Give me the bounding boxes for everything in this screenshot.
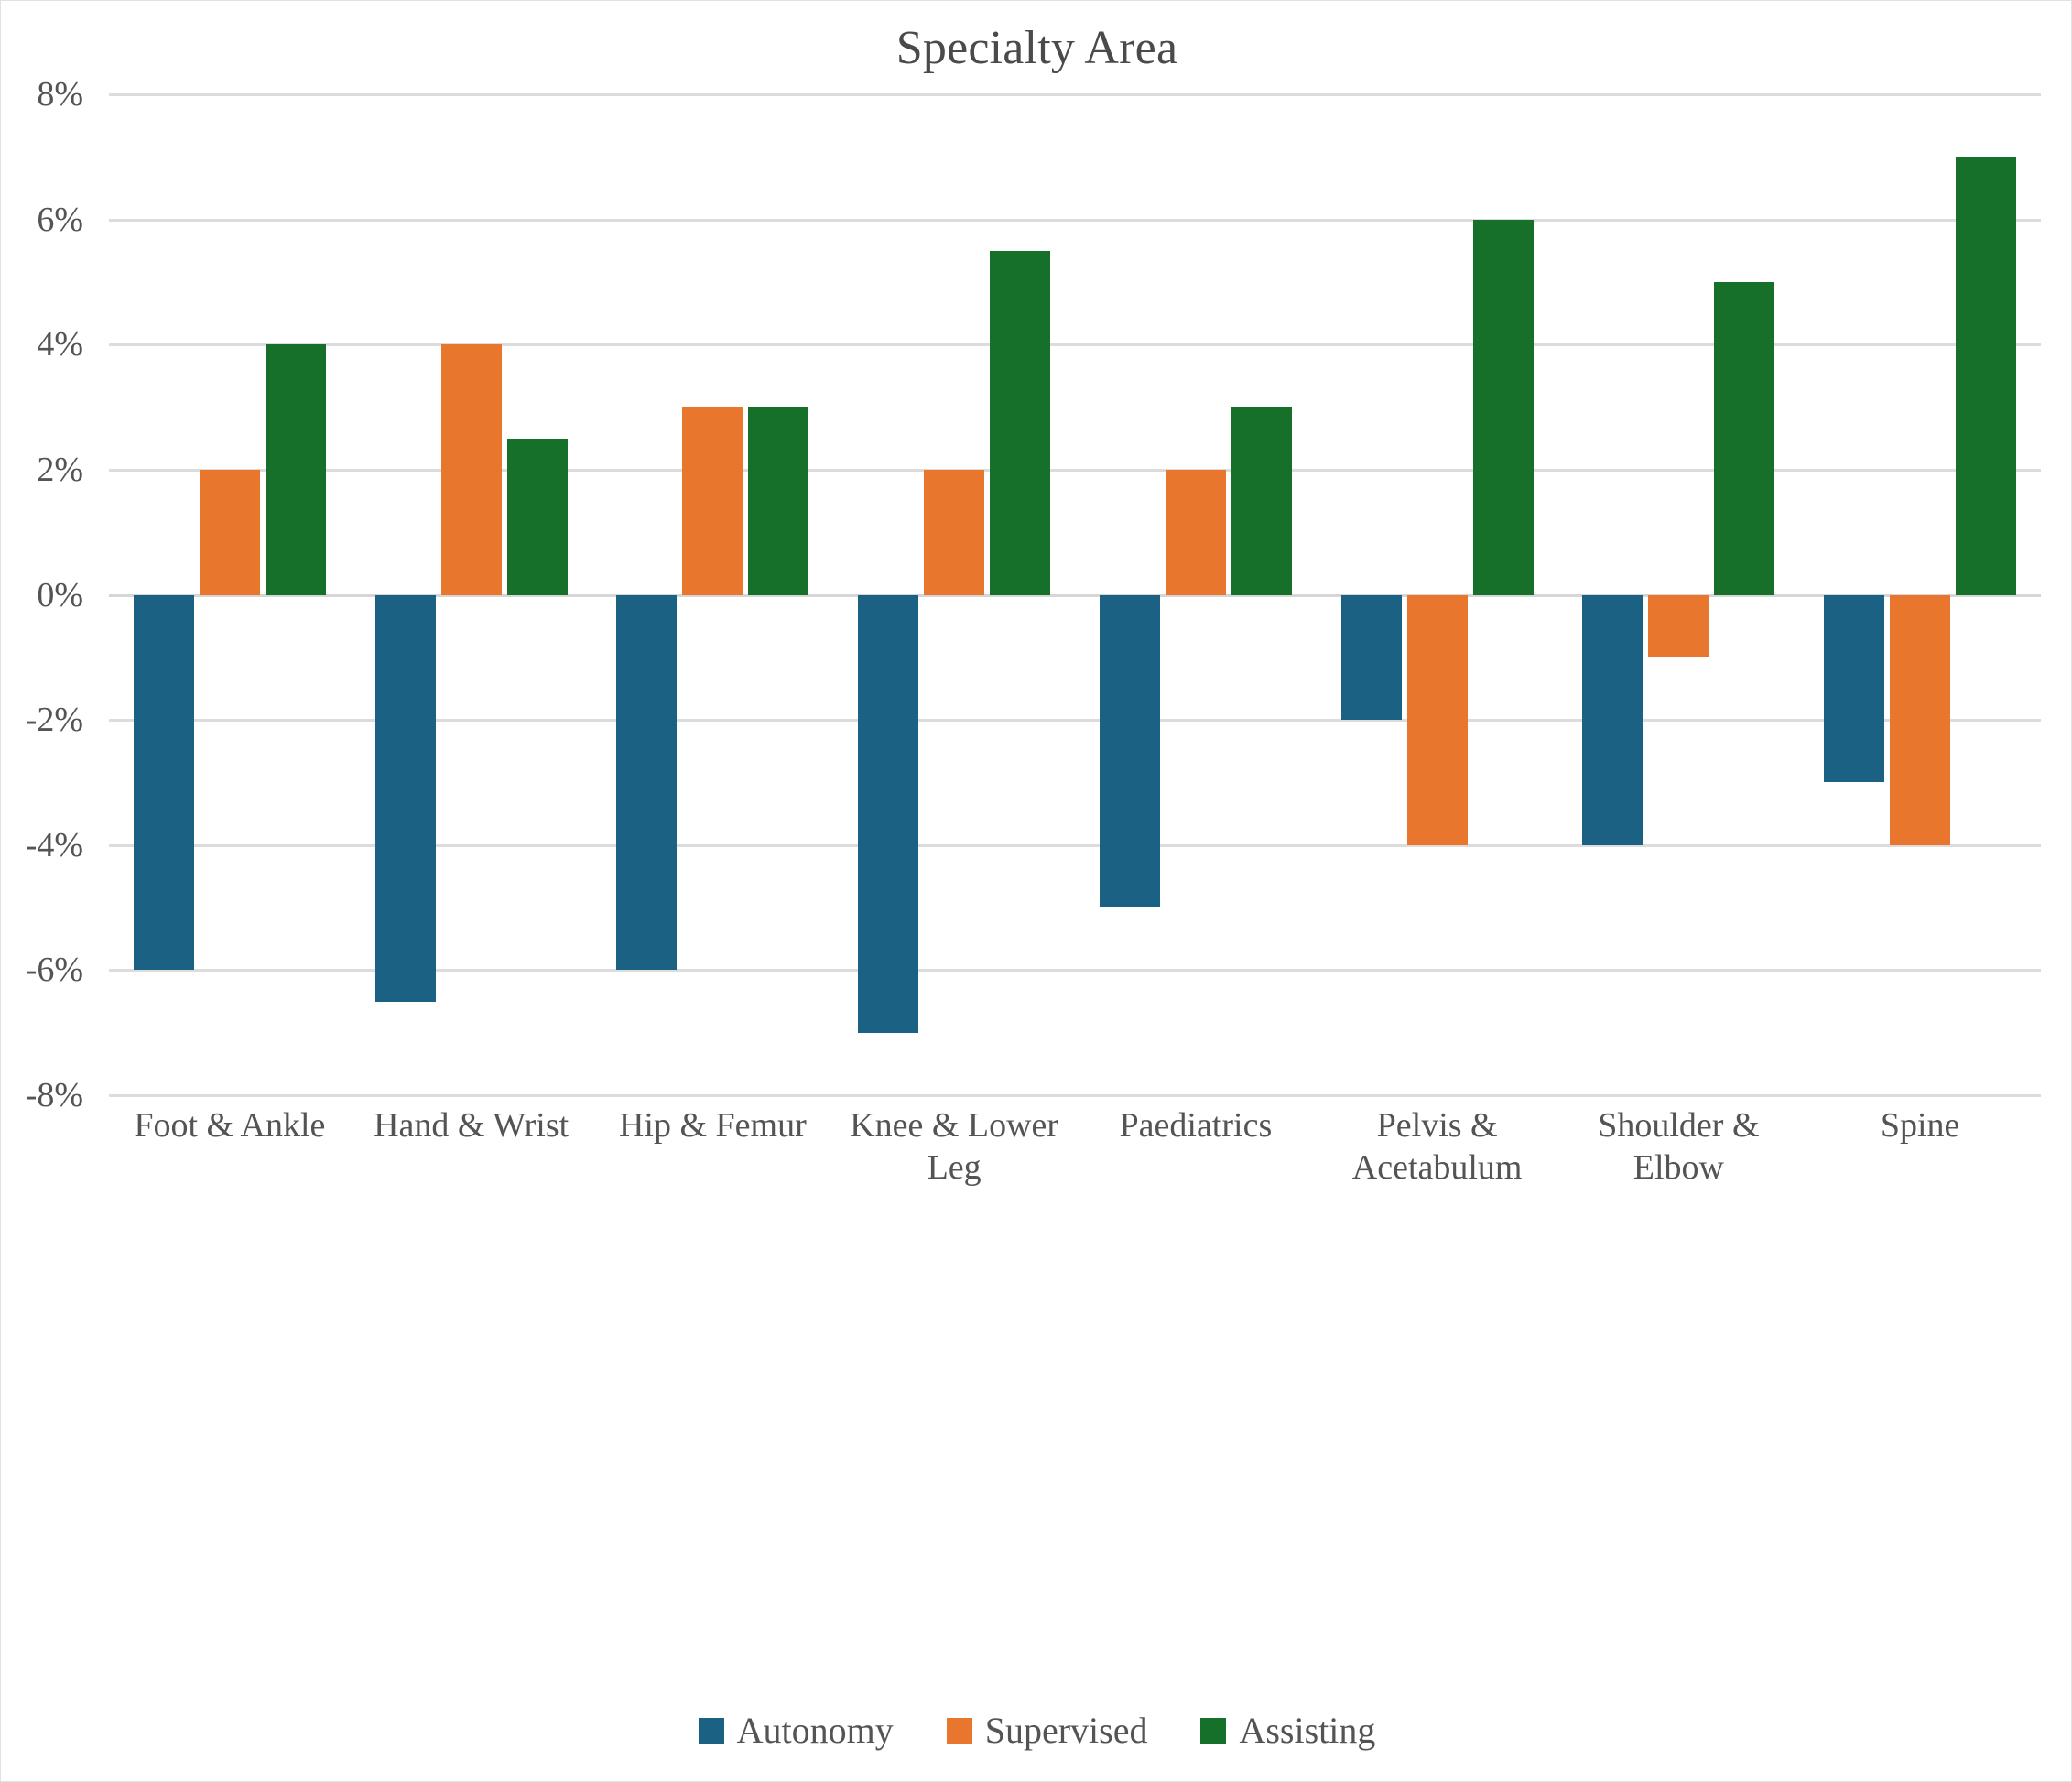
chart-title: Specialty Area [895,22,1178,74]
chart-legend: Autonomy Supervised Assisting [1,1709,2071,1752]
x-axis-tick-label: Hip & Femur [618,1106,807,1145]
bar-group [1799,94,2041,1095]
bar-assisting[interactable] [990,250,1051,595]
legend-item-assisting[interactable]: Assisting [1200,1709,1375,1752]
y-axis-tick-label: 6% [37,200,83,239]
bar-supervised[interactable] [440,344,502,595]
y-axis-tick-label: -2% [25,701,83,740]
bar-supervised[interactable] [199,469,260,595]
y-axis-tick-label: -8% [25,1076,83,1114]
legend-label: Supervised [984,1710,1148,1751]
bar-groups [109,94,2041,1095]
bar-assisting[interactable] [1714,281,1775,595]
x-axis-tick-labels: Foot & Ankle Hand & Wrist Hip & Femur Knee … [109,1104,2041,1190]
x-axis-tick-label: Hand & Wrist [374,1106,570,1145]
bar-group [351,94,592,1095]
x-axis-tick-label: Pelvis & Acetabulum [1351,1106,1523,1188]
bar-supervised[interactable] [924,469,985,595]
legend-label: Autonomy [736,1710,894,1751]
bar-supervised[interactable] [1165,469,1226,595]
bar-autonomy[interactable] [1340,594,1402,721]
y-axis-tick-label: 0% [37,575,83,614]
bar-autonomy[interactable] [616,594,678,971]
bar-assisting[interactable] [1231,407,1292,595]
bar-group [592,94,834,1095]
x-axis-tick-label: Knee & Lower Leg [850,1106,1059,1188]
legend-item-supervised[interactable]: Supervised [946,1709,1148,1752]
legend-label: Assisting [1239,1710,1376,1751]
bar-autonomy[interactable] [1099,594,1160,908]
plot-area [109,93,2041,1097]
legend-item-autonomy[interactable]: Autonomy [698,1709,894,1752]
chart-container: Specialty Area 8% 6% 4% 2% 0% -2% -4% -6% -8% Fo… [0,0,2072,1782]
bar-assisting[interactable] [506,438,568,595]
bar-group [1558,94,1800,1095]
x-axis-tick-label: Foot & Ankle [134,1106,326,1145]
bar-group [833,94,1075,1095]
bar-autonomy[interactable] [1582,594,1643,845]
x-axis-tick-label: Spine [1880,1106,1960,1145]
bar-supervised[interactable] [1648,594,1709,657]
legend-swatch-icon [1200,1717,1227,1744]
y-axis-tick-label: 4% [37,325,83,364]
x-axis-tick-label: Shoulder & Elbow [1598,1106,1760,1188]
bar-group [1075,94,1317,1095]
bar-group [109,94,351,1095]
bar-autonomy[interactable] [858,594,919,1033]
bar-autonomy[interactable] [374,594,436,1002]
y-axis-tick-label: -6% [25,951,83,990]
y-axis-tick-label: 2% [37,450,83,489]
bar-assisting[interactable] [748,407,809,595]
bar-assisting[interactable] [265,344,326,595]
bar-autonomy[interactable] [1824,594,1885,783]
bar-supervised[interactable] [1406,594,1468,845]
bar-supervised[interactable] [682,407,743,595]
legend-swatch-icon [946,1717,972,1744]
bar-autonomy[interactable] [133,594,194,971]
bar-group [1317,94,1558,1095]
y-axis-tick-label: 8% [37,75,83,114]
bar-assisting[interactable] [1956,157,2017,595]
y-axis-tick-label: -4% [25,825,83,864]
x-axis-tick-label: Paediatrics [1119,1106,1273,1145]
legend-swatch-icon [698,1717,724,1744]
bar-supervised[interactable] [1890,594,1951,845]
bar-assisting[interactable] [1472,219,1534,595]
